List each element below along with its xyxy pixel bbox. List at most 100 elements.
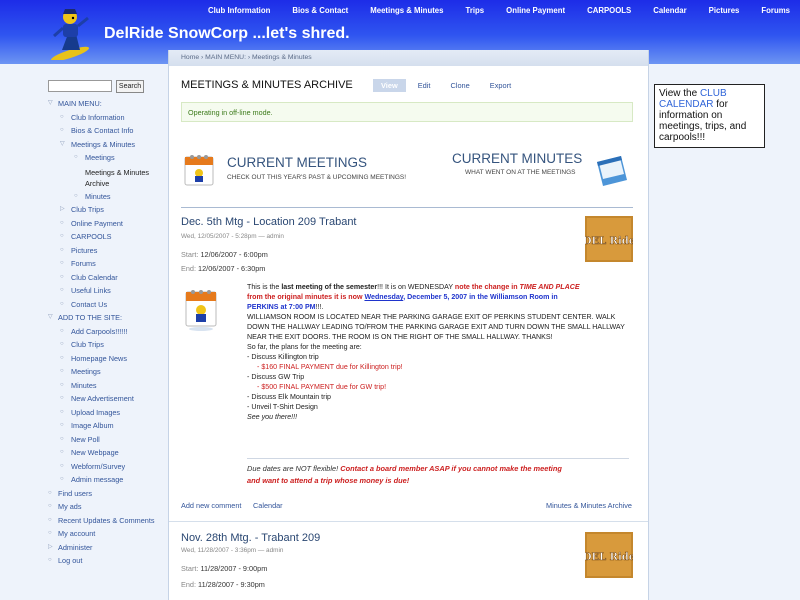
sidebar-item-label: Club Information (71, 112, 125, 122)
sidebar-item-homepage-news[interactable]: ○ Homepage News (48, 352, 166, 366)
bullet-icon: ○ (60, 381, 64, 388)
text: TIME AND PLACE (519, 283, 580, 291)
sidebar-item-admin-message[interactable]: ○ Admin message (48, 473, 166, 487)
breadcrumb[interactable]: Home › MAIN MENU: › Meetings & Minutes (169, 50, 648, 66)
sidebar-item-meetings[interactable]: ○ Meetings (48, 365, 166, 379)
sidebar-item-club-information[interactable]: ○ Club Information (48, 111, 166, 125)
sidebar-item-pictures[interactable]: ○ Pictures (48, 244, 166, 258)
status-message: Operating in off-line mode. (181, 102, 633, 122)
tab-export[interactable]: Export (482, 79, 519, 92)
sidebar-item-label: Bios & Contact Info (71, 126, 134, 135)
sidebar-item-label: Upload Images (71, 407, 121, 417)
minutes-notepad-icon[interactable] (593, 154, 629, 188)
sidebar-item-club-trips[interactable]: ▷ Club Trips (48, 203, 166, 217)
tab-clone[interactable]: Clone (442, 79, 477, 92)
calendar-link[interactable]: Calendar (253, 501, 283, 510)
sidebar-item-label: Contact Us (71, 299, 108, 309)
sidebar-item-image-album[interactable]: ○ Image Album (48, 419, 166, 433)
sidebar-item-label: Online Payment (71, 218, 123, 228)
site-name[interactable]: DelRide SnowCorp ...let's shred. (104, 25, 350, 43)
tab-edit[interactable]: Edit (410, 79, 439, 92)
nav-meetings-minutes[interactable]: Meetings & Minutes (370, 6, 443, 15)
body-line: from the original minutes it is now Wedn… (247, 292, 629, 302)
sidebar-item-useful-links[interactable]: ○ Useful Links (48, 284, 166, 298)
sidebar-item-label: Meetings & Minutes (71, 139, 136, 149)
notice-line: Due dates are NOT flexible! Contact a bo… (247, 463, 629, 475)
sidebar-item-carpools[interactable]: ○ CARPOOLS (48, 230, 166, 244)
sidebar-item-online-payment[interactable]: ○ Online Payment (48, 217, 166, 231)
post-title[interactable]: Nov. 28th Mtg. - Trabant 209 (181, 532, 320, 544)
sidebar-item-new-poll[interactable]: ○ New Poll (48, 433, 166, 447)
current-meetings-title[interactable]: CURRENT MEETINGS (227, 155, 367, 170)
add-comment-link[interactable]: Add new comment (181, 501, 241, 510)
sidebar-item-label: ADD TO THE SITE: (58, 313, 123, 322)
post-title[interactable]: Dec. 5th Mtg - Location 209 Trabant (181, 216, 357, 228)
tab-view[interactable]: View (373, 79, 406, 92)
text: note the change in (454, 283, 520, 291)
sidebar-item-minutes[interactable]: ○ Minutes (48, 190, 166, 204)
sidebar-item-meetings[interactable]: ○ Meetings (48, 151, 166, 165)
text: last meeting of the semester (281, 283, 378, 291)
nav-club-information[interactable]: Club Information (208, 6, 270, 15)
post-body: This is the last meeting of the semester… (247, 282, 629, 422)
sidebar-item-club-calendar[interactable]: ○ Club Calendar (48, 271, 166, 285)
sidebar-item-forums[interactable]: ○ Forums (48, 257, 166, 271)
nav-pictures[interactable]: Pictures (709, 6, 740, 15)
main-content: Home › MAIN MENU: › Meetings & Minutes M… (168, 50, 649, 600)
nav-carpools[interactable]: CARPOOLS (587, 6, 631, 15)
start-value: 11/28/2007 - 9:00pm (200, 564, 268, 573)
calendar-icon[interactable] (184, 152, 214, 186)
sidebar-item-club-trips[interactable]: ○ Club Trips (48, 338, 166, 352)
search-input[interactable] (48, 80, 112, 92)
nav-online-payment[interactable]: Online Payment (506, 6, 565, 15)
sidebar: Search ▽ MAIN MENU: ○ Club Information ○ Bios… (0, 64, 166, 600)
top-navigation: Club Information Bios & Contact Meetings… (186, 6, 790, 15)
sidebar-item-administer[interactable]: ▷ Administer (48, 541, 166, 555)
logo-text: DEL Ride (585, 236, 633, 247)
current-meetings-subtitle: CHECK OUT THIS YEAR'S PAST & UPCOMING ME… (227, 174, 407, 181)
nav-calendar[interactable]: Calendar (653, 6, 686, 15)
current-minutes-title[interactable]: CURRENT MINUTES (452, 151, 582, 166)
bullet-icon: ○ (60, 476, 64, 482)
list-item: - $500 FINAL PAYMENT due for GW trip! (257, 383, 387, 391)
start-label: Start: (181, 564, 199, 573)
text: Contact a board member ASAP if you canno… (340, 464, 562, 473)
sidebar-item-new-advertisement[interactable]: ○ New Advertisement (48, 392, 166, 406)
bullet-icon: ○ (60, 368, 64, 374)
sidebar-item-label: My ads (58, 502, 82, 511)
expand-arrow-icon: ▽ (48, 314, 53, 320)
nav-trips[interactable]: Trips (465, 6, 484, 15)
sidebar-item-label: Useful Links (71, 286, 111, 295)
sidebar-item-contact-us[interactable]: ○ Contact Us (48, 298, 166, 312)
sidebar-item-label: Meetings (71, 367, 101, 376)
sidebar-item-bios-contact-info[interactable]: ○ Bios & Contact Info (48, 124, 166, 138)
wednesday-link[interactable]: Wednesday (364, 293, 403, 301)
sidebar-item-recent-updates-comments[interactable]: ○ Recent Updates & Comments (48, 514, 166, 528)
sidebar-item-my-ads[interactable]: ○ My ads (48, 500, 166, 514)
start-label: Start: (181, 250, 199, 259)
sidebar-item-find-users[interactable]: ○ Find users (48, 487, 166, 501)
sidebar-item-meetings-minutes[interactable]: ▽ Meetings & Minutes (48, 138, 166, 152)
sidebar-item-upload-images[interactable]: ○ Upload Images (48, 406, 166, 420)
sidebar-item-meetings-minutes-archive[interactable]: Meetings & Minutes Archive (48, 165, 166, 190)
body-line: See you there!!! (247, 413, 298, 421)
list-item: - $160 FINAL PAYMENT due for Killington … (257, 363, 403, 371)
sidebar-item-log-out[interactable]: ○ Log out (48, 554, 166, 568)
text: PERKINS at 7:00 PM (247, 303, 316, 311)
end-label: End: (181, 580, 197, 589)
sidebar-item-new-webpage[interactable]: ○ New Webpage (48, 446, 166, 460)
nav-bios-contact[interactable]: Bios & Contact (292, 6, 348, 15)
archive-link[interactable]: Minutes & Minutes Archive (546, 501, 632, 510)
snowboarder-logo-icon[interactable] (48, 4, 92, 60)
sidebar-item-minutes[interactable]: ○ Minutes (48, 379, 166, 393)
sidebar-item-add-to-the-site[interactable]: ▽ ADD TO THE SITE: (48, 311, 166, 325)
sidebar-item-label: Homepage News (71, 353, 127, 363)
nav-forums[interactable]: Forums (761, 6, 790, 15)
sidebar-item-main-menu[interactable]: ▽ MAIN MENU: (48, 97, 166, 111)
bullet-icon: ○ (60, 408, 64, 415)
post-notice: Due dates are NOT flexible! Contact a bo… (247, 458, 629, 487)
sidebar-item-my-account[interactable]: ○ My account (48, 527, 166, 541)
search-button[interactable]: Search (116, 80, 144, 93)
sidebar-item-add-carpools[interactable]: ○ Add Carpools!!!!!! (48, 325, 166, 339)
sidebar-item-webform-survey[interactable]: ○ Webform/Survey (48, 460, 166, 474)
